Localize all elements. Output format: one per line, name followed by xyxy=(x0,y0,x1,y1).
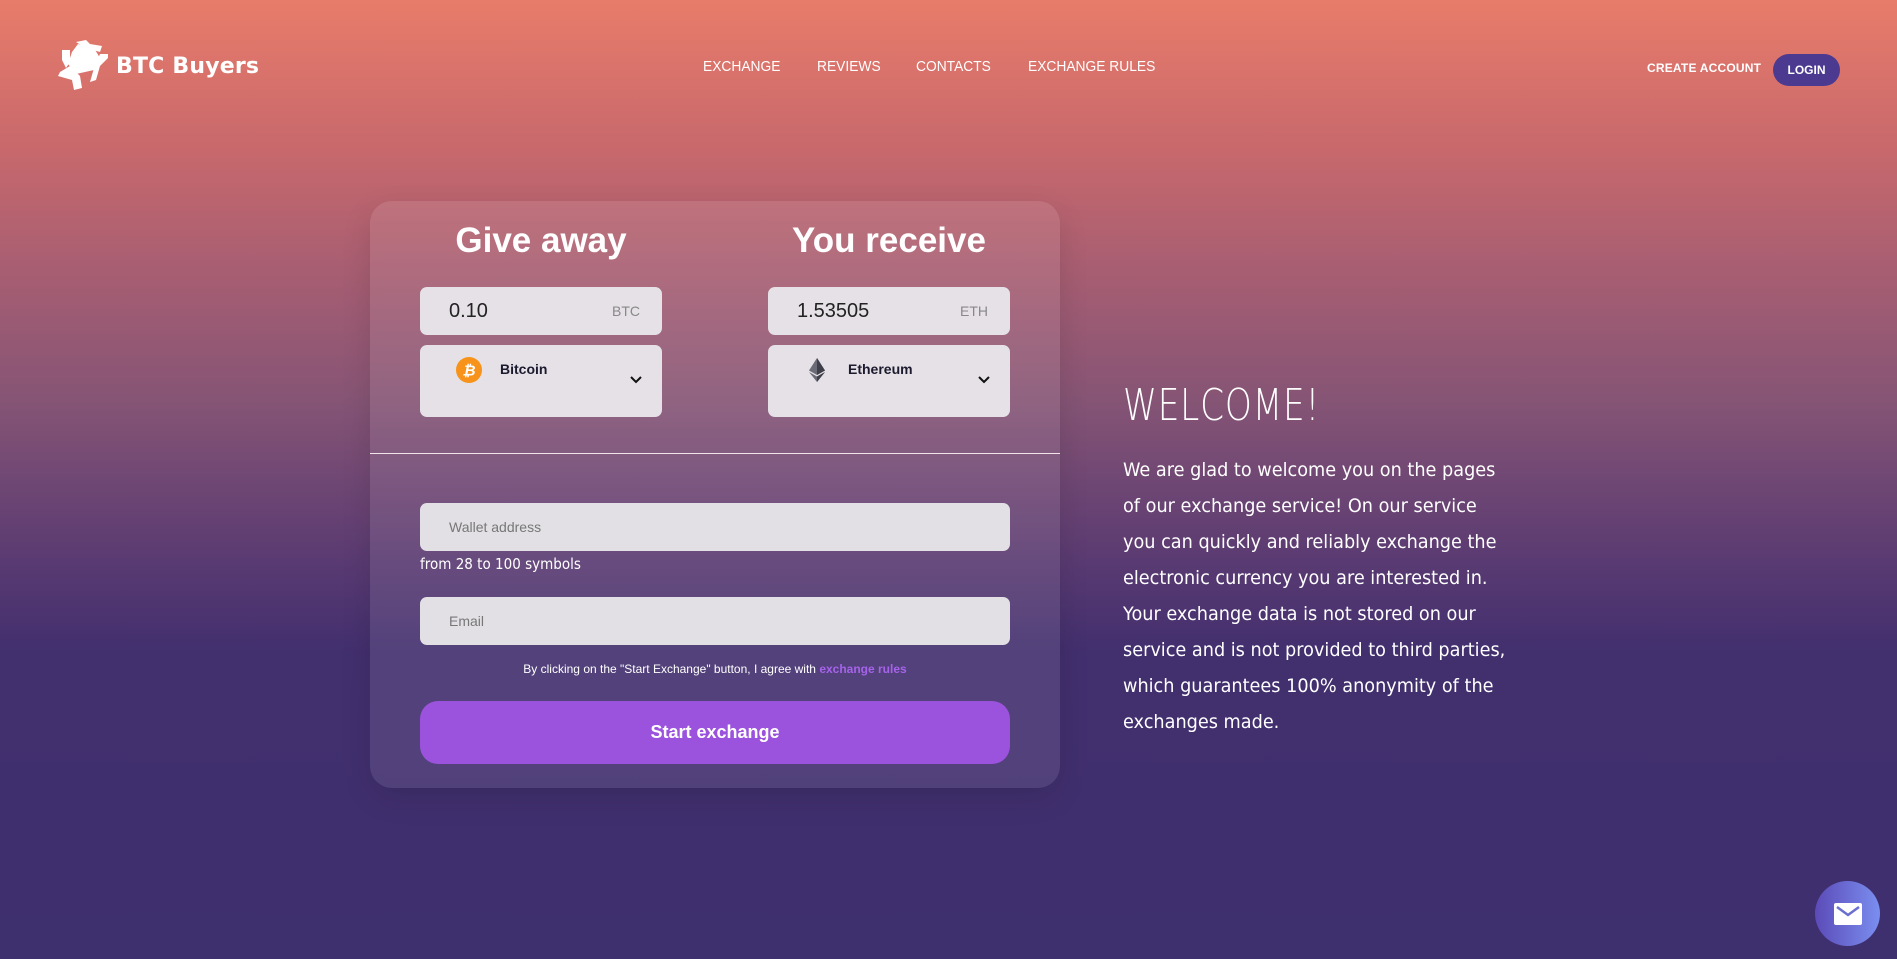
create-account-link[interactable]: CREATE ACCOUNT xyxy=(1647,61,1761,75)
chevron-down-icon xyxy=(630,376,642,384)
welcome-title: WELCOME! xyxy=(1123,380,1321,431)
welcome-text: We are glad to welcome you on the pages … xyxy=(1123,459,1506,733)
start-exchange-button[interactable]: Start exchange xyxy=(420,701,1010,764)
svg-text:₿: ₿ xyxy=(462,363,475,380)
nav-exchange-rules[interactable]: EXCHANGE RULES xyxy=(1028,58,1155,75)
agreement-text: By clicking on the "Start Exchange" butt… xyxy=(370,662,1060,676)
bitcoin-icon: ₿ xyxy=(456,357,482,383)
site-header: BTC Buyers EXCHANGE REVIEWS CONTACTS EXC… xyxy=(0,0,1897,140)
nav-exchange[interactable]: EXCHANGE xyxy=(703,58,780,75)
shutter-logo-icon xyxy=(58,40,108,90)
chevron-down-icon xyxy=(978,376,990,384)
agreement-label: By clicking on the "Start Exchange" butt… xyxy=(523,662,820,676)
exchange-rules-link[interactable]: exchange rules xyxy=(819,662,906,676)
give-currency-name: Bitcoin xyxy=(500,361,548,377)
give-amount-value: 0.10 xyxy=(449,299,488,322)
give-amount-input[interactable]: 0.10 BTC xyxy=(420,287,662,335)
wallet-address-input[interactable] xyxy=(420,503,1010,551)
email-input[interactable] xyxy=(420,597,1010,645)
brand-name: BTC Buyers xyxy=(116,53,260,79)
receive-amount-value: 1.53505 xyxy=(797,299,870,322)
card-divider xyxy=(370,453,1060,454)
exchange-card: Give away 0.10 BTC ₿ Bitcoin You receive… xyxy=(370,201,1060,788)
receive-currency-select[interactable]: Ethereum xyxy=(768,345,1010,417)
mail-icon xyxy=(1833,902,1862,925)
login-button[interactable]: LOGIN xyxy=(1773,54,1840,86)
main-nav: EXCHANGE REVIEWS CONTACTS EXCHANGE RULES xyxy=(703,58,1166,75)
receive-currency-name: Ethereum xyxy=(848,361,913,377)
receive-amount-input[interactable]: 1.53505 ETH xyxy=(768,287,1010,335)
give-currency-select[interactable]: ₿ Bitcoin xyxy=(420,345,662,417)
ethereum-icon xyxy=(809,358,825,382)
contact-mail-button[interactable] xyxy=(1815,881,1880,946)
receive-amount-unit: ETH xyxy=(960,303,988,319)
nav-contacts[interactable]: CONTACTS xyxy=(916,58,991,75)
wallet-hint: from 28 to 100 symbols xyxy=(420,555,581,573)
give-amount-unit: BTC xyxy=(612,303,640,319)
nav-reviews[interactable]: REVIEWS xyxy=(817,58,881,75)
you-receive-title: You receive xyxy=(792,221,986,260)
give-away-title: Give away xyxy=(455,221,627,260)
brand-logo[interactable]: BTC Buyers xyxy=(56,40,259,92)
